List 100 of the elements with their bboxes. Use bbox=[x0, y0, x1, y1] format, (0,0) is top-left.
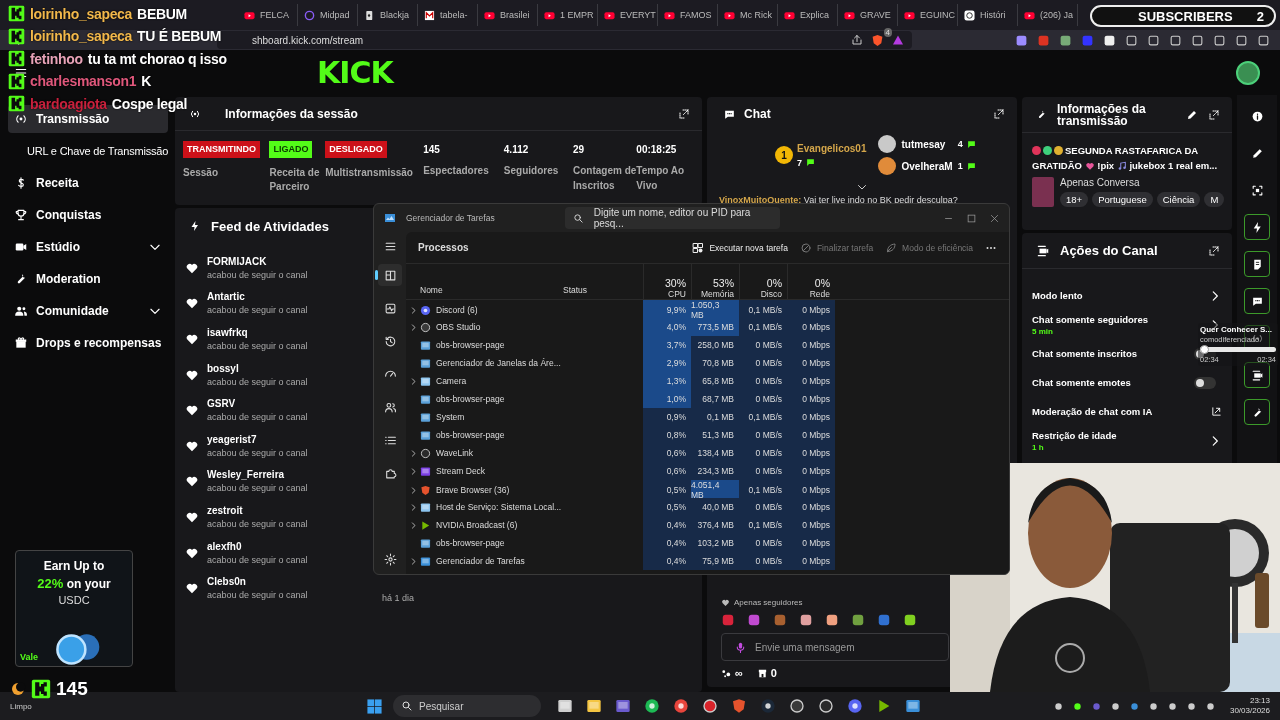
app-icon[interactable] bbox=[557, 698, 573, 714]
browser-tab[interactable]: Brasilei bbox=[478, 4, 538, 26]
app-icon[interactable] bbox=[847, 698, 863, 714]
process-name[interactable]: obs-browser-page bbox=[420, 426, 563, 444]
emote-icon[interactable] bbox=[825, 613, 839, 627]
extension-icon[interactable] bbox=[1257, 33, 1270, 47]
process-name[interactable]: obs-browser-page bbox=[420, 336, 563, 354]
search-field[interactable]: Digite um nome, editor ou PID para pesq... bbox=[564, 207, 780, 229]
app-icon[interactable] bbox=[586, 698, 602, 714]
emote-icon[interactable] bbox=[903, 613, 917, 627]
process-name[interactable]: Host de Serviço: Sistema Local... bbox=[420, 498, 563, 516]
category-thumbnail[interactable] bbox=[1032, 177, 1054, 208]
emote-icon[interactable] bbox=[747, 613, 761, 627]
popout-icon[interactable] bbox=[993, 108, 1005, 120]
popout-icon[interactable] bbox=[1208, 108, 1220, 121]
process-name[interactable]: Stream Deck bbox=[420, 462, 563, 480]
column-header[interactable]: 30% CPU bbox=[643, 264, 691, 299]
extension-icon[interactable] bbox=[1059, 33, 1072, 47]
app-icon[interactable] bbox=[702, 698, 718, 714]
browser-tab[interactable]: EGUINC bbox=[898, 4, 958, 26]
message-field[interactable]: Envie uma mensagem bbox=[721, 633, 949, 661]
process-name[interactable]: System bbox=[420, 408, 563, 426]
maximize-icon[interactable] bbox=[967, 213, 976, 223]
sidebar-item[interactable]: Conquistas bbox=[8, 201, 168, 229]
rail-button[interactable] bbox=[1244, 362, 1270, 388]
logo[interactable]: KICK bbox=[317, 55, 393, 90]
process-name[interactable]: Gerenciador de Janelas da Áre... bbox=[420, 354, 563, 372]
points-counter[interactable]: ∞ bbox=[721, 667, 743, 679]
rail-button[interactable] bbox=[1244, 214, 1270, 240]
tray-icon[interactable] bbox=[1109, 700, 1121, 712]
tray-icon[interactable] bbox=[1128, 700, 1140, 712]
popout-icon[interactable] bbox=[1208, 244, 1220, 257]
extension-icon[interactable] bbox=[1147, 33, 1160, 47]
process-name[interactable]: obs-browser-page bbox=[420, 534, 563, 552]
category-name[interactable]: Apenas Conversa bbox=[1060, 177, 1225, 189]
tag[interactable]: 18+ bbox=[1060, 192, 1089, 208]
tray-icon[interactable] bbox=[1052, 700, 1064, 712]
close-icon[interactable] bbox=[990, 213, 999, 223]
column-header[interactable]: Nome bbox=[420, 285, 563, 299]
sidebar-item[interactable]: Estúdio bbox=[8, 233, 168, 261]
browser-tab[interactable]: Mc Rick bbox=[718, 4, 778, 26]
tray-icon[interactable] bbox=[1185, 700, 1197, 712]
clock[interactable]: 23:13 30/03/2026 bbox=[1229, 696, 1270, 716]
toolbar-button[interactable]: Executar nova tarefa bbox=[692, 241, 788, 254]
popout-icon[interactable] bbox=[678, 107, 690, 120]
process-name[interactable]: WaveLink bbox=[420, 444, 563, 462]
pencil-icon[interactable] bbox=[1186, 108, 1198, 121]
rail-button[interactable] bbox=[1244, 251, 1270, 277]
process-name[interactable]: OBS Studio bbox=[420, 318, 563, 336]
browser-tab[interactable]: Midpad bbox=[298, 4, 358, 26]
nav-tab[interactable] bbox=[378, 264, 402, 286]
process-name[interactable]: obs-browser-page bbox=[420, 390, 563, 408]
triangle-icon[interactable] bbox=[892, 34, 904, 46]
app-icon[interactable] bbox=[818, 698, 834, 714]
browser-tab[interactable]: EVERYT bbox=[598, 4, 658, 26]
chatter-name[interactable]: Evangelicos01 bbox=[797, 142, 867, 154]
chatter-name[interactable]: OvelheraM bbox=[901, 160, 953, 172]
browser-tab[interactable]: Históri bbox=[958, 4, 1018, 26]
sidebar-item[interactable]: Drops e recompensas bbox=[8, 329, 168, 357]
process-name[interactable]: Brave Browser (36) bbox=[420, 480, 563, 500]
process-name[interactable]: Camera bbox=[420, 372, 563, 390]
tray-icon[interactable] bbox=[1147, 700, 1159, 712]
sidebar-item[interactable]: URL e Chave de Transmissão bbox=[8, 137, 168, 165]
browser-tab[interactable]: Explica bbox=[778, 4, 838, 26]
sidebar-item[interactable]: Receita bbox=[8, 169, 168, 197]
emote-icon[interactable] bbox=[851, 613, 865, 627]
browser-tab[interactable]: GRAVE bbox=[838, 4, 898, 26]
app-icon[interactable] bbox=[760, 698, 776, 714]
share-icon[interactable] bbox=[851, 34, 863, 46]
tag[interactable]: Ciência bbox=[1156, 192, 1201, 208]
process-name[interactable]: Gerenciador de Tarefas bbox=[420, 552, 563, 570]
app-icon[interactable] bbox=[615, 698, 631, 714]
column-header[interactable]: Status bbox=[563, 285, 643, 299]
tray-icon[interactable] bbox=[1204, 700, 1216, 712]
shield-icon[interactable] bbox=[871, 33, 884, 47]
browser-tab[interactable]: FELCA bbox=[238, 4, 298, 26]
column-header[interactable]: 0% Rede bbox=[787, 264, 835, 299]
settings-icon[interactable] bbox=[383, 553, 397, 566]
rail-button[interactable] bbox=[1244, 399, 1270, 425]
external-link-icon[interactable] bbox=[1211, 406, 1222, 417]
tray-icon[interactable] bbox=[1071, 700, 1083, 712]
emote-icon[interactable] bbox=[799, 613, 813, 627]
sidebar-item[interactable]: Moderation bbox=[8, 265, 168, 293]
extension-icon[interactable] bbox=[1015, 33, 1028, 47]
start-icon[interactable] bbox=[366, 697, 383, 715]
extension-icon[interactable] bbox=[1169, 33, 1182, 47]
browser-tab[interactable]: tabela- bbox=[418, 4, 478, 26]
ad-banner[interactable]: Earn Up to 22% on your USDC Vale bbox=[15, 550, 133, 667]
app-icon[interactable] bbox=[673, 698, 689, 714]
store-counter[interactable]: 0 bbox=[756, 667, 777, 679]
process-name[interactable]: NVIDIA Broadcast (6) bbox=[420, 516, 563, 534]
extension-icon[interactable] bbox=[1191, 33, 1204, 47]
browser-tab[interactable]: Blackja bbox=[358, 4, 418, 26]
menu-icon[interactable] bbox=[383, 240, 397, 253]
browser-tab[interactable]: (206) Ja bbox=[1018, 4, 1078, 26]
tray-icon[interactable] bbox=[1166, 700, 1178, 712]
column-header[interactable]: 0% Disco bbox=[739, 264, 787, 299]
rail-button[interactable] bbox=[1244, 288, 1270, 314]
search-field[interactable]: Pesquisar bbox=[393, 695, 541, 717]
column-header[interactable]: 53% Memória bbox=[691, 264, 739, 299]
